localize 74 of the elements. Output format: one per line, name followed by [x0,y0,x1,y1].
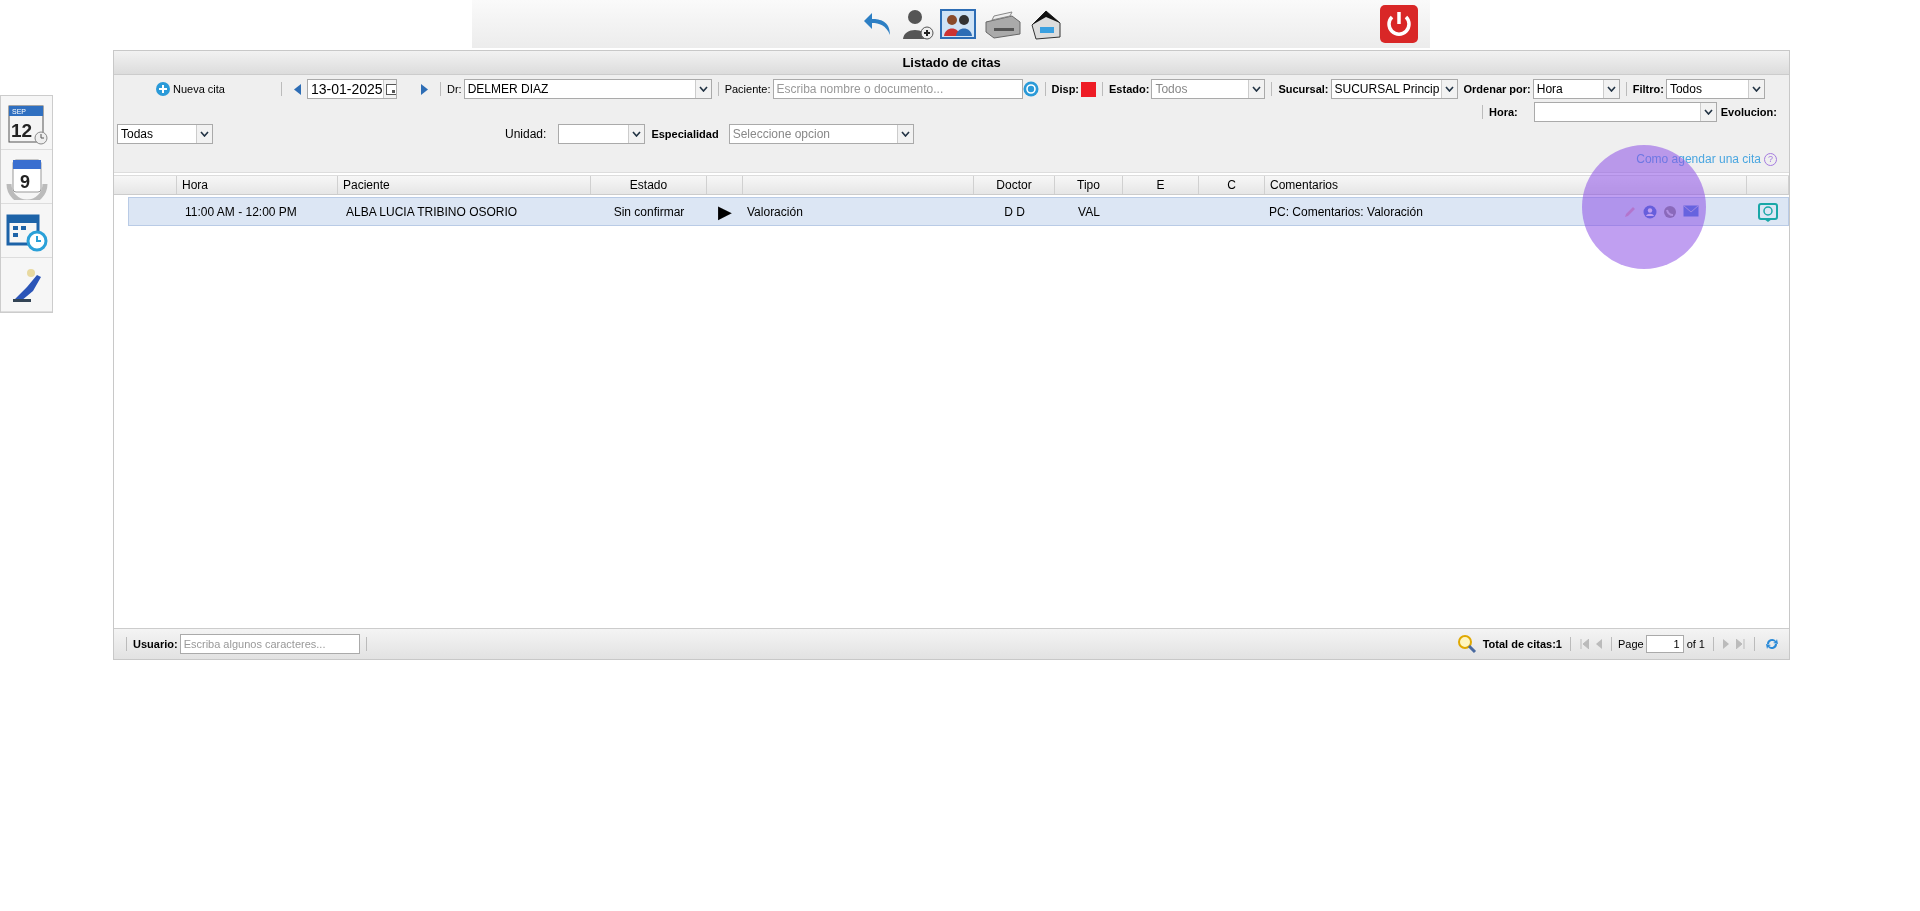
power-icon [1379,4,1419,44]
left-arrow-icon [294,83,301,95]
first-page-icon [1579,639,1589,649]
table-cell-text: Valoración [746,203,804,221]
caret-icon [632,131,642,137]
caret-icon [1252,86,1262,92]
filter-select[interactable]: Todos [1665,79,1765,99]
specialty-select[interactable]: Seleccione opcion [728,124,914,144]
doctor-select[interactable]: DELMER DIAZ [463,79,712,99]
new-appointment-button[interactable]: Nueva cita [156,82,225,96]
calendar-icon [385,83,396,95]
phone-icon[interactable] [1663,204,1677,219]
caret-icon [1703,109,1713,115]
caret-icon [1444,86,1454,92]
caret-icon [200,131,209,137]
printer-icon[interactable] [982,8,1022,40]
column-header: C [1199,176,1265,194]
user-icon[interactable] [1643,204,1657,219]
mail-icon[interactable] [1683,204,1699,217]
user-label: Usuario: [133,638,178,650]
column-header: Comentarios [1265,176,1747,194]
right-arrow-icon [421,83,428,95]
patient-label: Paciente: [724,83,771,95]
appointment-row[interactable] [128,197,1789,226]
column-header: Estado [591,176,707,194]
caret-icon [900,131,910,137]
table-cell-text: VAL [1077,203,1101,221]
time-label: Hora: [1489,106,1518,118]
group-select[interactable]: Todas [117,124,213,144]
specialty-label: Especialidad [651,128,719,140]
table-cell-text: Sin confirmar [612,203,686,221]
column-header: Tipo [1055,176,1123,194]
caret-icon [698,86,708,92]
branch-select[interactable]: SUCURSAL Princip [1330,79,1458,99]
page-label: Page [1617,638,1644,650]
sort-select[interactable]: Hora [1532,79,1620,99]
panel-title: Listado de citas [114,51,1789,75]
page-field[interactable]: 1 [1645,635,1684,653]
availability-swatch [1081,81,1097,97]
time-select[interactable] [1533,102,1717,122]
add-user-icon[interactable] [902,7,934,41]
table-cell-text: D D [1003,203,1026,221]
next-icon [1723,639,1730,649]
unit-label: Unidad: [505,127,547,141]
date-field[interactable]: 13-01-2025 [307,79,397,99]
status-label: Estado: [1109,83,1150,95]
caret-icon [1606,86,1616,92]
page-count: of 1 [1686,638,1705,650]
table-cell-text: 11:00 AM - 12:00 PM [184,203,298,221]
caret-icon [1751,86,1761,92]
family-icon[interactable] [940,8,976,40]
user-search-field[interactable]: Escriba algunos caracteres... [179,634,360,654]
status-select[interactable]: Todos [1151,79,1266,99]
table-cell: PC: Comentarios: Valoración [1269,204,1423,219]
search-icon[interactable] [1456,634,1477,654]
sort-label: Ordenar por: [1463,83,1531,95]
plus-icon [156,82,170,96]
evolution-label: Evolucion: [1720,106,1777,118]
column-header: Paciente [338,176,591,194]
branch-label: Sucursal: [1278,83,1329,95]
previous-icon [1594,639,1602,649]
column-header: E [1123,176,1199,194]
patient-search-field[interactable]: Escriba nombre o documento... [772,79,1023,99]
filter-label: Filtro: [1632,83,1664,95]
unit-select[interactable] [558,124,646,144]
last-page-icon [1736,639,1745,649]
table-cell-text: ALBA LUCIA TRIBINO OSORIO [345,203,519,221]
total-count: Total de citas:1 [1482,638,1562,650]
column-header: Hora [177,176,338,194]
availability-label: Disp: [1051,83,1080,95]
column-header: Doctor [974,176,1055,194]
play-marker: ▶ [718,200,732,223]
last-page-button[interactable] [1733,639,1748,649]
doctor-label: Dr: [447,83,462,95]
